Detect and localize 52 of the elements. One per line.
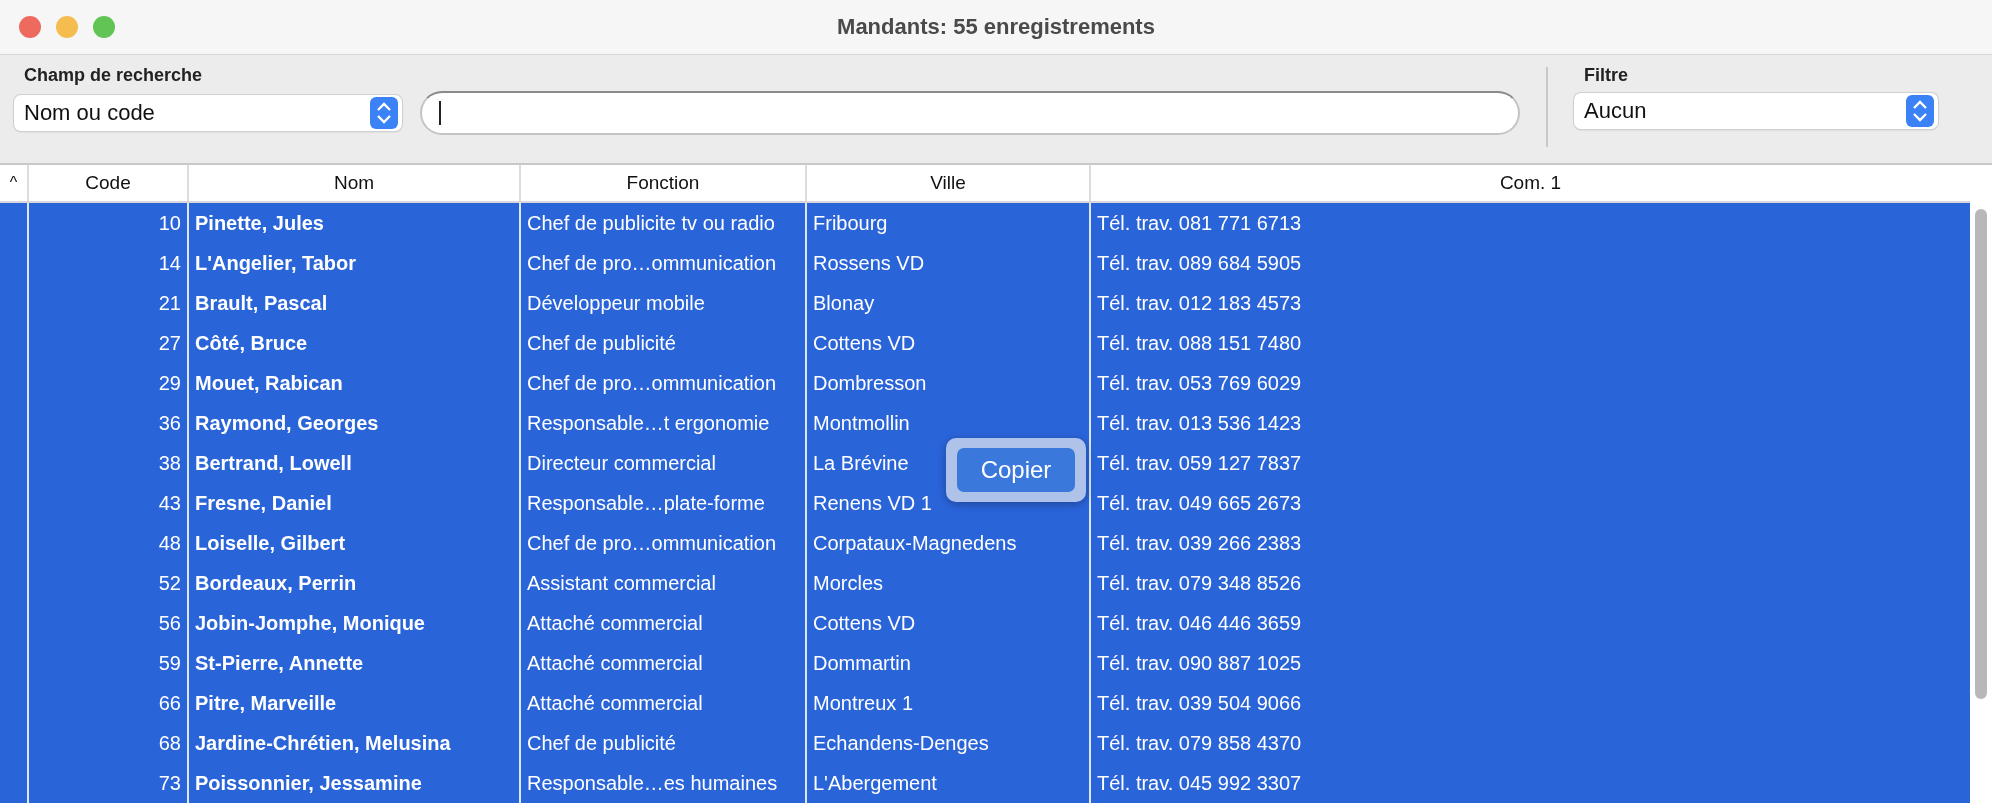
- table-cell-text: Tél. trav. 053 769 6029: [1096, 371, 1303, 396]
- table-cell: 73: [29, 763, 189, 803]
- table-cell-text: Tél. trav. 090 887 1025: [1096, 651, 1303, 676]
- stepper-icon: [370, 97, 398, 129]
- table-cell-text: Tél. trav. 039 504 9066: [1096, 691, 1303, 716]
- table-cell-text: Tél. trav. 012 183 4573: [1096, 291, 1303, 316]
- column-header[interactable]: Fonction: [521, 165, 807, 201]
- zoom-button[interactable]: [93, 16, 115, 38]
- scrollbar-thumb[interactable]: [1975, 209, 1987, 699]
- sort-indicator[interactable]: ^: [0, 165, 29, 201]
- column-header[interactable]: Ville: [807, 165, 1091, 201]
- table-row[interactable]: 10 Pinette, Jules Chef de publicite tv ou radio Fribourg Tél. trav. 081 771 6713: [0, 203, 1970, 243]
- table-row[interactable]: 27 Côté, Bruce Chef de publicité Cottens VD Tél. trav. 088 151 7480: [0, 323, 1970, 363]
- table-row[interactable]: 21 Brault, Pascal Développeur mobile Blonay Tél. trav. 012 183 4573: [0, 283, 1970, 323]
- column-header[interactable]: Code: [29, 165, 189, 201]
- table-row[interactable]: 14 L'Angelier, Tabor Chef de pro…ommunication Rossens VD Tél. trav. 089 684 5905: [0, 243, 1970, 283]
- table-cell-text: Tél. trav. 089 684 5905: [1096, 251, 1303, 276]
- table-cell: Responsable…es humaines: [521, 763, 807, 803]
- table-cell-text: Tél. trav. 046 446 3659: [1096, 611, 1303, 636]
- table-cell-text: Tél. trav. 079 348 8526: [1096, 571, 1303, 596]
- table-cell-text: Tél. trav. 045 992 3307: [1096, 771, 1303, 796]
- close-button[interactable]: [19, 16, 41, 38]
- copy-button[interactable]: Copier: [957, 448, 1075, 492]
- search-field-dropdown[interactable]: Nom ou code: [14, 95, 402, 131]
- filter-label: Filtre: [1583, 65, 1629, 87]
- table-cell: L'Abergement: [807, 763, 1091, 803]
- search-input[interactable]: [420, 91, 1520, 135]
- table-row[interactable]: 66 Pitre, Marveille Attaché commercial Montreux 1 Tél. trav. 039 504 9066: [0, 683, 1970, 723]
- table-cell-text: Tél. trav. 088 151 7480: [1096, 331, 1303, 356]
- table-row[interactable]: 68 Jardine-Chrétien, Melusina Chef de publicité Echandens-Denges Tél. trav. 079 858 4370: [0, 723, 1970, 763]
- table-row[interactable]: 52 Bordeaux, Perrin Assistant commercial Morcles Tél. trav. 079 348 8526: [0, 563, 1970, 603]
- table-cell-text: Tél. trav. 059 127 7837: [1096, 451, 1303, 476]
- table-cell-text: Tél. trav. 013 536 1423: [1096, 411, 1303, 436]
- minimize-button[interactable]: [56, 16, 78, 38]
- table-row[interactable]: 73 Poissonnier, Jessamine Responsable…es humaines L'Abergement Tél. trav. 045 992 3307: [0, 763, 1970, 803]
- table-row[interactable]: 56 Jobin-Jomphe, Monique Attaché commercial Cottens VD Tél. trav. 046 446 3659: [0, 603, 1970, 643]
- table-cell-text: Tél. trav. 079 858 4370: [1096, 731, 1303, 756]
- table-row[interactable]: 36 Raymond, Georges Responsable…t ergonomie Montmollin Tél. trav. 013 536 1423: [0, 403, 1970, 443]
- field-label: Champ de recherche: [23, 65, 204, 87]
- stepper-icon: [1906, 95, 1934, 127]
- table-cell: Poissonnier, Jessamine: [189, 763, 521, 803]
- table-row[interactable]: 29 Mouet, Rabican Chef de pro…ommunication Dombresson Tél. trav. 053 769 6029: [0, 363, 1970, 403]
- column-header[interactable]: Com. 1: [1091, 165, 1970, 201]
- table-row[interactable]: 59 St-Pierre, Annette Attaché commercial Dommartin Tél. trav. 090 887 1025: [0, 643, 1970, 683]
- table-row[interactable]: 48 Loiselle, Gilbert Chef de pro…ommunication Corpataux-Magnedens Tél. trav. 039 266 2383: [0, 523, 1970, 563]
- table-cell-text: Tél. trav. 049 665 2673: [1096, 491, 1303, 516]
- column-header[interactable]: Nom: [189, 165, 521, 201]
- table-row[interactable]: 43 Fresne, Daniel Responsable…plate-forme Renens VD 1 Tél. trav. 049 665 2673: [0, 483, 1970, 523]
- filter-dropdown[interactable]: Aucun: [1574, 93, 1938, 129]
- table-cell-text: Tél. trav. 081 771 6713: [1096, 211, 1303, 236]
- table-cell-text: Tél. trav. 039 266 2383: [1096, 531, 1303, 556]
- window-title: Mandants: 55 enregistrements: [837, 14, 1155, 40]
